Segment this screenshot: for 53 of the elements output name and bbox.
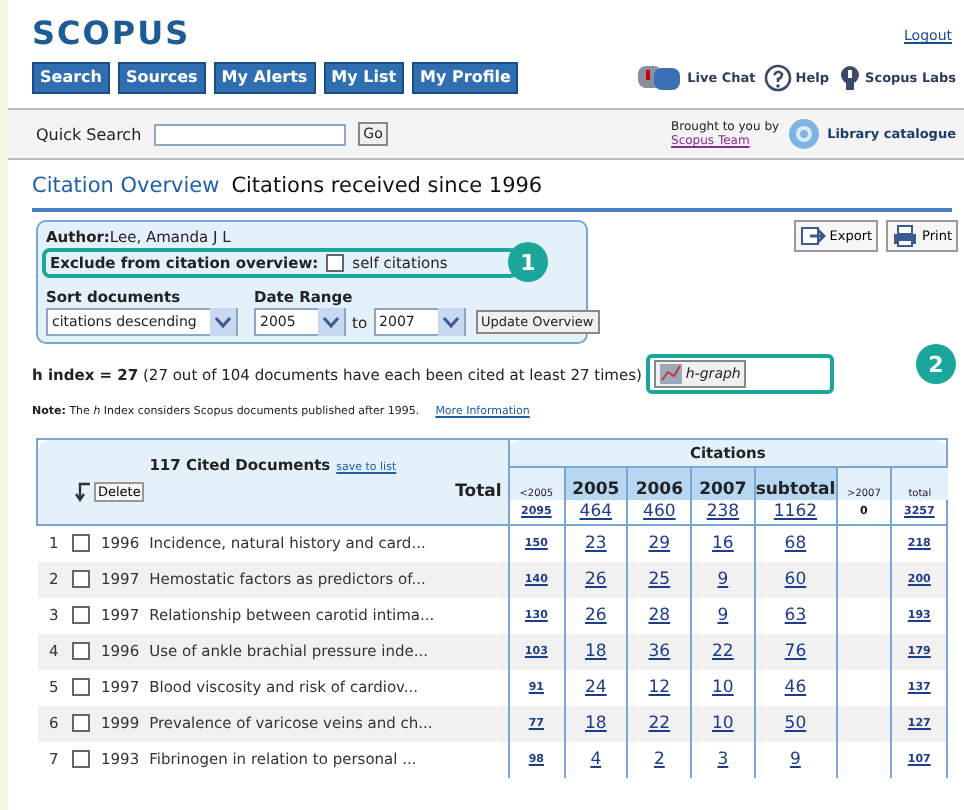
nav-tab[interactable]: My Profile [412,62,519,94]
help-icon [763,64,792,92]
row-checkbox[interactable] [71,678,89,696]
quick-search-label: Quick Search [36,125,142,143]
column-header: 2005 [564,467,628,499]
checkbox[interactable] [326,254,345,272]
row-checkbox[interactable] [71,642,89,660]
nav-tab[interactable]: Sources [117,62,206,94]
total-cell[interactable]: 460 [627,499,692,525]
citation-count[interactable]: 22 [691,633,755,669]
total-cell[interactable]: 1162 [754,499,837,525]
scopus-logo[interactable]: SCOPUS [32,16,191,52]
citation-count[interactable]: 76 [754,633,837,669]
row-checkbox[interactable] [71,534,89,553]
page-subtitle: Citations received since 1996 [231,174,543,198]
total-cell[interactable]: 238 [691,499,755,525]
column-header: 2006 [627,467,692,499]
nav-tab[interactable]: My List [323,62,405,94]
citation-count[interactable]: 26 [564,561,628,597]
chart-icon [659,364,682,384]
nav-tab[interactable]: My Alerts [213,62,316,94]
total-label: Total [455,482,502,502]
citation-count[interactable]: 2 [627,741,692,777]
page-title: Citation Overview [32,174,220,198]
search-field[interactable] [153,123,346,145]
citation-count[interactable]: 60 [754,561,837,597]
globe-icon [787,118,820,150]
row-checkbox[interactable] [71,606,89,624]
citation-count[interactable]: 9 [691,561,755,597]
chat-bubbles-icon [635,64,684,92]
citation-count[interactable]: 25 [627,561,692,597]
citation-count[interactable]: 4 [564,741,628,777]
citation-count[interactable]: 18 [564,705,628,741]
column-header: 2007 [691,467,755,499]
citation-count[interactable]: 18 [564,633,628,669]
row-checkbox[interactable] [71,750,89,768]
citation-count[interactable]: 50 [754,705,837,741]
citation-count[interactable]: 3 [691,741,755,777]
export-icon [799,224,826,248]
return-arrow-icon [74,482,92,502]
lightbulb-icon [837,63,862,93]
row-checkbox[interactable] [71,714,89,732]
citation-count[interactable]: 36 [627,633,692,669]
citation-count[interactable]: 22 [627,705,692,741]
citation-count[interactable]: 10 [691,705,755,741]
citation-count[interactable]: 9 [754,741,837,777]
callout-badge: 1 [508,242,548,282]
total-cell[interactable]: 464 [564,499,628,525]
row-checkbox[interactable] [71,570,89,588]
column-header: subtotal [754,467,837,499]
callout-badge: 2 [916,344,956,384]
printer-icon [892,224,919,248]
nav-tab[interactable]: Search [32,62,110,94]
